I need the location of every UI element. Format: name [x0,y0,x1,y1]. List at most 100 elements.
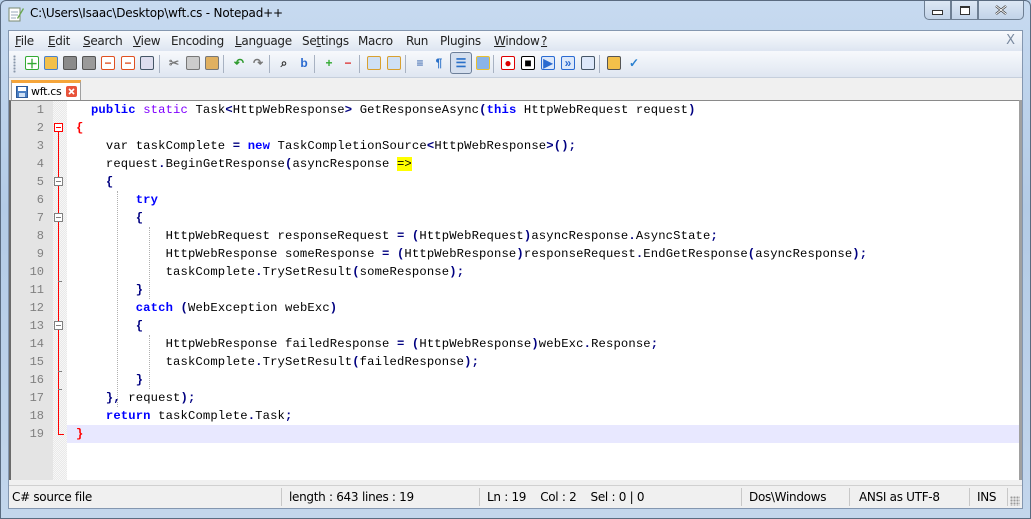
save-all-button[interactable] [80,54,98,72]
notepadpp-window: C:\Users\Isaac\Desktop\wft.cs - Notepad+… [0,0,1031,519]
code-line[interactable]: 19} [30,425,1022,443]
fold-collapse-icon[interactable] [54,177,63,186]
code-line[interactable]: 16 } [30,371,1022,389]
menu-search[interactable]: Search [83,34,123,48]
spell-check-icon: ✓ [628,56,640,70]
save-macro-button[interactable] [579,54,597,72]
code-line[interactable]: 3 var taskComplete = new TaskCompletionS… [37,137,1022,155]
minimize-button[interactable] [924,1,951,20]
toolbar-grip[interactable] [13,55,16,73]
open-file-button[interactable] [42,54,60,72]
print-button[interactable] [138,54,156,72]
spell-check-button[interactable]: ✓ [625,54,643,72]
run-macro-multiple-button[interactable]: » [559,54,577,72]
menu-plugins[interactable]: Plugins [440,34,481,48]
code-line[interactable]: 17 }, request); [30,389,1022,407]
resize-grip-icon[interactable] [1010,496,1020,506]
menu-help[interactable]: ? [541,34,547,48]
new-file-button[interactable]: ＋ [23,54,41,72]
notepad-app-icon [8,7,24,22]
code-text: { [105,175,114,189]
show-all-chars-button[interactable]: ¶ [430,54,448,72]
play-macro-button[interactable]: ▶ [539,54,557,72]
code-line[interactable]: 8 HttpWebRequest responseRequest = (Http… [37,227,1022,245]
paste-button[interactable] [203,54,221,72]
copy-button[interactable] [184,54,202,72]
close-button[interactable]: − [99,54,117,72]
toolbar-separator [599,55,600,73]
stop-macro-button[interactable]: ■ [519,54,537,72]
tab-close-icon[interactable] [66,86,78,97]
tab-wft-cs[interactable]: wft.cs [11,80,81,100]
code-line[interactable]: 11 } [30,281,1022,299]
app-client-area: X File Edit Search View Encoding Language Sett… [8,30,1023,509]
code-line[interactable]: 15 taskComplete.TrySetResult(failedRespo… [30,353,1022,371]
maximize-button[interactable] [951,1,978,20]
user-language-button[interactable] [474,54,492,72]
undo-button[interactable]: ↶ [230,54,248,72]
redo-button[interactable]: ↷ [249,54,267,72]
code-line[interactable]: 1 public static Task<HttpWebResponse> Ge… [37,101,1022,119]
fold-margin[interactable] [53,101,67,480]
fold-collapse-icon[interactable] [54,321,63,330]
fold-collapse-icon[interactable] [54,123,63,132]
status-bar: C# source file length : 643 lines : 19 L… [9,485,1022,508]
code-line[interactable]: 14 HttpWebResponse failedResponse = (Htt… [30,335,1022,353]
code-line[interactable]: 6 try [37,191,1022,209]
status-insert-mode: INS [977,490,997,504]
status-eol: Dos\Windows [749,490,827,504]
line-number: 16 [29,373,44,387]
code-line[interactable]: 18 return taskComplete.Task; [30,407,1022,425]
zoom-in-button[interactable]: + [320,54,338,72]
line-number: 5 [36,175,44,189]
close-window-button[interactable] [978,1,1024,20]
window-title: C:\Users\Isaac\Desktop\wft.cs - Notepad+… [30,6,283,20]
menu-window[interactable]: Window [494,34,540,48]
code-line[interactable]: 7 { [37,209,1022,227]
zoom-out-icon: − [344,56,352,70]
editor-right-border [1019,100,1022,480]
folder-as-workspace-button[interactable] [605,54,623,72]
close-all-button[interactable]: − [119,54,137,72]
replace-button[interactable]: b [295,54,313,72]
code-line[interactable]: 10 taskComplete.TrySetResult(someRespons… [30,263,1022,281]
title-bar[interactable]: C:\Users\Isaac\Desktop\wft.cs - Notepad+… [1,1,1030,29]
zoom-in-icon: + [325,56,333,70]
sync-horizontal-icon [387,56,401,70]
code-line[interactable]: 12 catch (WebException webExc) [30,299,1022,317]
status-divider [849,488,850,506]
code-line[interactable]: 5 { [37,173,1022,191]
code-line[interactable]: 2{ [37,119,1022,137]
zoom-out-button[interactable]: − [339,54,357,72]
menu-view[interactable]: View [133,34,161,48]
menu-file[interactable]: File [15,34,34,48]
menu-macro[interactable]: Macro [358,34,393,48]
close-document-button[interactable]: X [1006,33,1015,48]
sync-horizontal-button[interactable] [385,54,403,72]
menu-edit[interactable]: Edit [48,34,70,48]
fold-collapse-icon[interactable] [54,213,63,222]
menu-run[interactable]: Run [406,34,428,48]
replace-icon: b [300,56,308,70]
find-button[interactable]: ⌕ [275,54,293,72]
indent-guide [149,227,151,299]
maximize-icon [959,5,970,15]
indent-guide-button[interactable]: ☰ [450,52,472,74]
record-macro-button[interactable]: ● [499,54,517,72]
code-text: } [135,373,144,387]
save-button[interactable] [61,54,79,72]
code-line[interactable]: 4 request.BeginGetResponse(asyncResponse… [37,155,1022,173]
code-area[interactable]: 1 public static Task<HttpWebResponse> Ge… [30,101,1022,480]
word-wrap-button[interactable]: ≡ [411,54,429,72]
code-editor[interactable]: 1 public static Task<HttpWebResponse> Ge… [9,100,1022,480]
toolbar-separator [493,55,494,73]
menu-settings[interactable]: Settings [302,34,349,48]
cut-button[interactable]: ✂ [165,54,183,72]
menu-language[interactable]: Language [235,34,292,48]
menu-encoding[interactable]: Encoding [171,34,224,48]
code-text: HttpWebResponse failedResponse = (HttpWe… [76,337,659,351]
toolbar-separator [159,55,160,73]
sync-vertical-button[interactable] [365,54,383,72]
code-line[interactable]: 9 HttpWebResponse someResponse = (HttpWe… [37,245,1022,263]
code-line[interactable]: 13 { [30,317,1022,335]
